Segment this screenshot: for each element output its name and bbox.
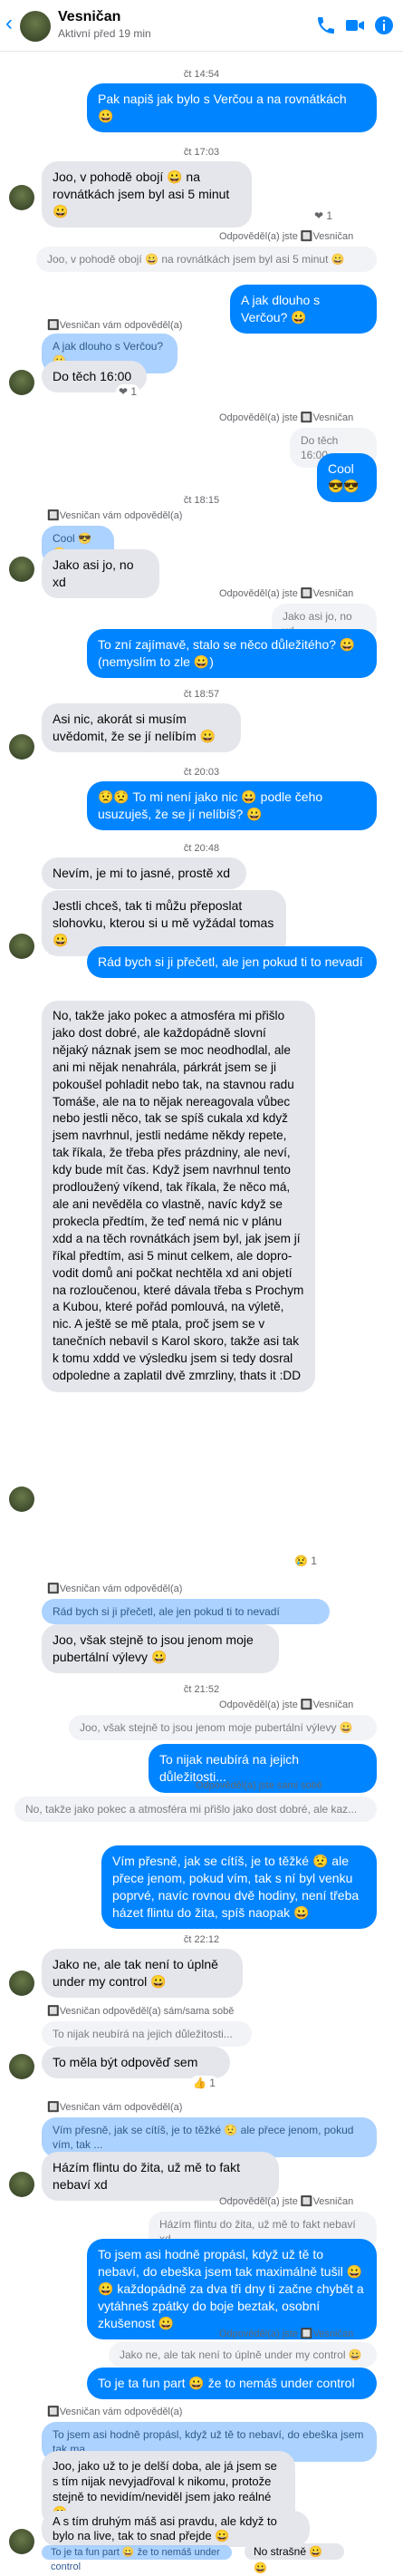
reply-label: Odpověděl(a) jste 🔲Vesničan [219, 412, 354, 423]
quoted-message[interactable]: Joo, však stejně to jsou jenom moje pube… [69, 1715, 377, 1740]
message-in[interactable]: Joo, však stejně to jsou jenom moje pube… [42, 1624, 279, 1673]
reaction-heart[interactable]: ❤ 1 [312, 208, 336, 223]
reply-label: 🔲Vesničan vám odpověděl(a) [47, 1583, 183, 1594]
avatar [9, 1971, 34, 1996]
message-in[interactable]: A s tím druhým máš asi pravdu, ale když … [42, 2511, 310, 2547]
message-in[interactable]: Nevím, je mi to jasné, prostě xd [42, 857, 246, 889]
reply-label: Odpověděl(a) jste 🔲Vesničan [219, 231, 354, 242]
contact-status: Aktivní před 19 min [58, 27, 151, 40]
reply-label: 🔲Vesničan vám odpověděl(a) [47, 2102, 183, 2113]
message-in[interactable]: Joo, v pohodě obojí 😀 na rovnátkách jsem… [42, 161, 252, 228]
chat-header: ‹ Vesničan Aktivní před 19 min [0, 0, 403, 52]
message-in[interactable]: Jako asi jo, no xd [42, 549, 159, 598]
avatar [9, 2529, 34, 2554]
message-in[interactable]: Házím flintu do žita, už mě to fakt neba… [42, 2152, 279, 2201]
message-out[interactable]: To zní zajímavě, stalo se něco důležitéh… [87, 629, 377, 678]
message-out[interactable]: A jak dlouho s Verčou? 😀 [230, 285, 377, 334]
message-in[interactable]: Asi nic, akorát si musím uvědomit, že se… [42, 703, 241, 752]
quoted-message[interactable]: Jako ne, ale tak není to úplně under my … [109, 2342, 377, 2368]
message-out[interactable]: To jsem asi hodně propásl, když už tě to… [87, 2239, 377, 2339]
contact-name[interactable]: Vesničan [58, 9, 120, 25]
reaction-heart[interactable]: ❤ 1 [116, 384, 140, 399]
timestamp: čt 20:48 [183, 843, 220, 854]
message-out[interactable]: To je ta fun part 😀 že to nemáš under co… [87, 2368, 377, 2399]
quoted-message[interactable]: To nijak neubírá na jejich důležitosti..… [42, 2021, 252, 2047]
phone-icon[interactable] [315, 15, 337, 36]
reply-label: Odpověděl(a) jste 🔲Vesničan [219, 1700, 354, 1710]
avatar [9, 934, 34, 959]
reply-label: 🔲Vesničan vám odpověděl(a) [47, 320, 183, 331]
timestamp: čt 20:03 [183, 767, 220, 778]
avatar [9, 1487, 34, 1512]
message-in[interactable]: No strašně 😀😀 [245, 2543, 344, 2574]
info-icon[interactable] [373, 15, 395, 36]
message-out[interactable]: Rád bych si ji přečetl, ale jen pokud ti… [87, 946, 377, 978]
reply-label: 🔲Vesničan vám odpověděl(a) [47, 510, 183, 521]
video-icon[interactable] [344, 15, 366, 36]
message-in-long[interactable]: No, takže jako pokec a atmosféra mi přiš… [42, 1001, 315, 1392]
reaction-thumbs[interactable]: 👍 1 [190, 2076, 218, 2090]
timestamp: čt 18:15 [183, 495, 220, 506]
timestamp: čt 17:03 [183, 147, 220, 158]
avatar [9, 185, 34, 210]
timestamp: čt 14:54 [183, 69, 220, 80]
reply-label: 🔲Vesničan odpověděl(a) sám/sama sobě [47, 2006, 235, 2017]
avatar [9, 2172, 34, 2197]
timestamp: čt 18:57 [183, 689, 220, 700]
avatar [9, 370, 34, 395]
message-out[interactable]: Pak napiš jak bylo s Verčou a na rovnátk… [87, 83, 377, 132]
message-in[interactable]: Jako ne, ale tak není to úplně under my … [42, 1949, 243, 1998]
quoted-message[interactable]: Rád bych si ji přečetl, ale jen pokud ti… [42, 1599, 330, 1624]
quoted-message[interactable]: No, takže jako pokec a atmosféra mi přiš… [14, 1796, 377, 1822]
quoted-message[interactable]: To je ta fun part 😀 že to nemáš under co… [42, 2545, 232, 2572]
avatar[interactable] [20, 11, 51, 42]
message-out[interactable]: Vím přesně, jak se cítíš, je to těžké 😟 … [101, 1845, 377, 1929]
timestamp: čt 21:52 [183, 1684, 220, 1695]
reply-label: Odpověděl(a) jste 🔲Vesničan [219, 2329, 354, 2339]
timestamp: čt 22:12 [183, 1934, 220, 1945]
reply-label: Odpověděl(a) jste sami sobě [196, 1780, 323, 1791]
message-in[interactable]: To měla být odpověď sem [42, 2047, 230, 2078]
avatar [9, 2054, 34, 2079]
reply-label: Odpověděl(a) jste 🔲Vesničan [219, 2196, 354, 2207]
avatar [9, 557, 34, 582]
reply-label: 🔲Vesničan vám odpověděl(a) [47, 2407, 183, 2417]
avatar [9, 734, 34, 760]
message-out[interactable]: 😟😟 To mi není jako nic 😀 podle čeho usuz… [87, 781, 377, 830]
reply-label: Odpověděl(a) jste 🔲Vesničan [219, 588, 354, 599]
reaction-sad[interactable]: 😢 1 [292, 1554, 320, 1568]
quoted-message[interactable]: Joo, v pohodě obojí 😀 na rovnátkách jsem… [36, 247, 377, 272]
